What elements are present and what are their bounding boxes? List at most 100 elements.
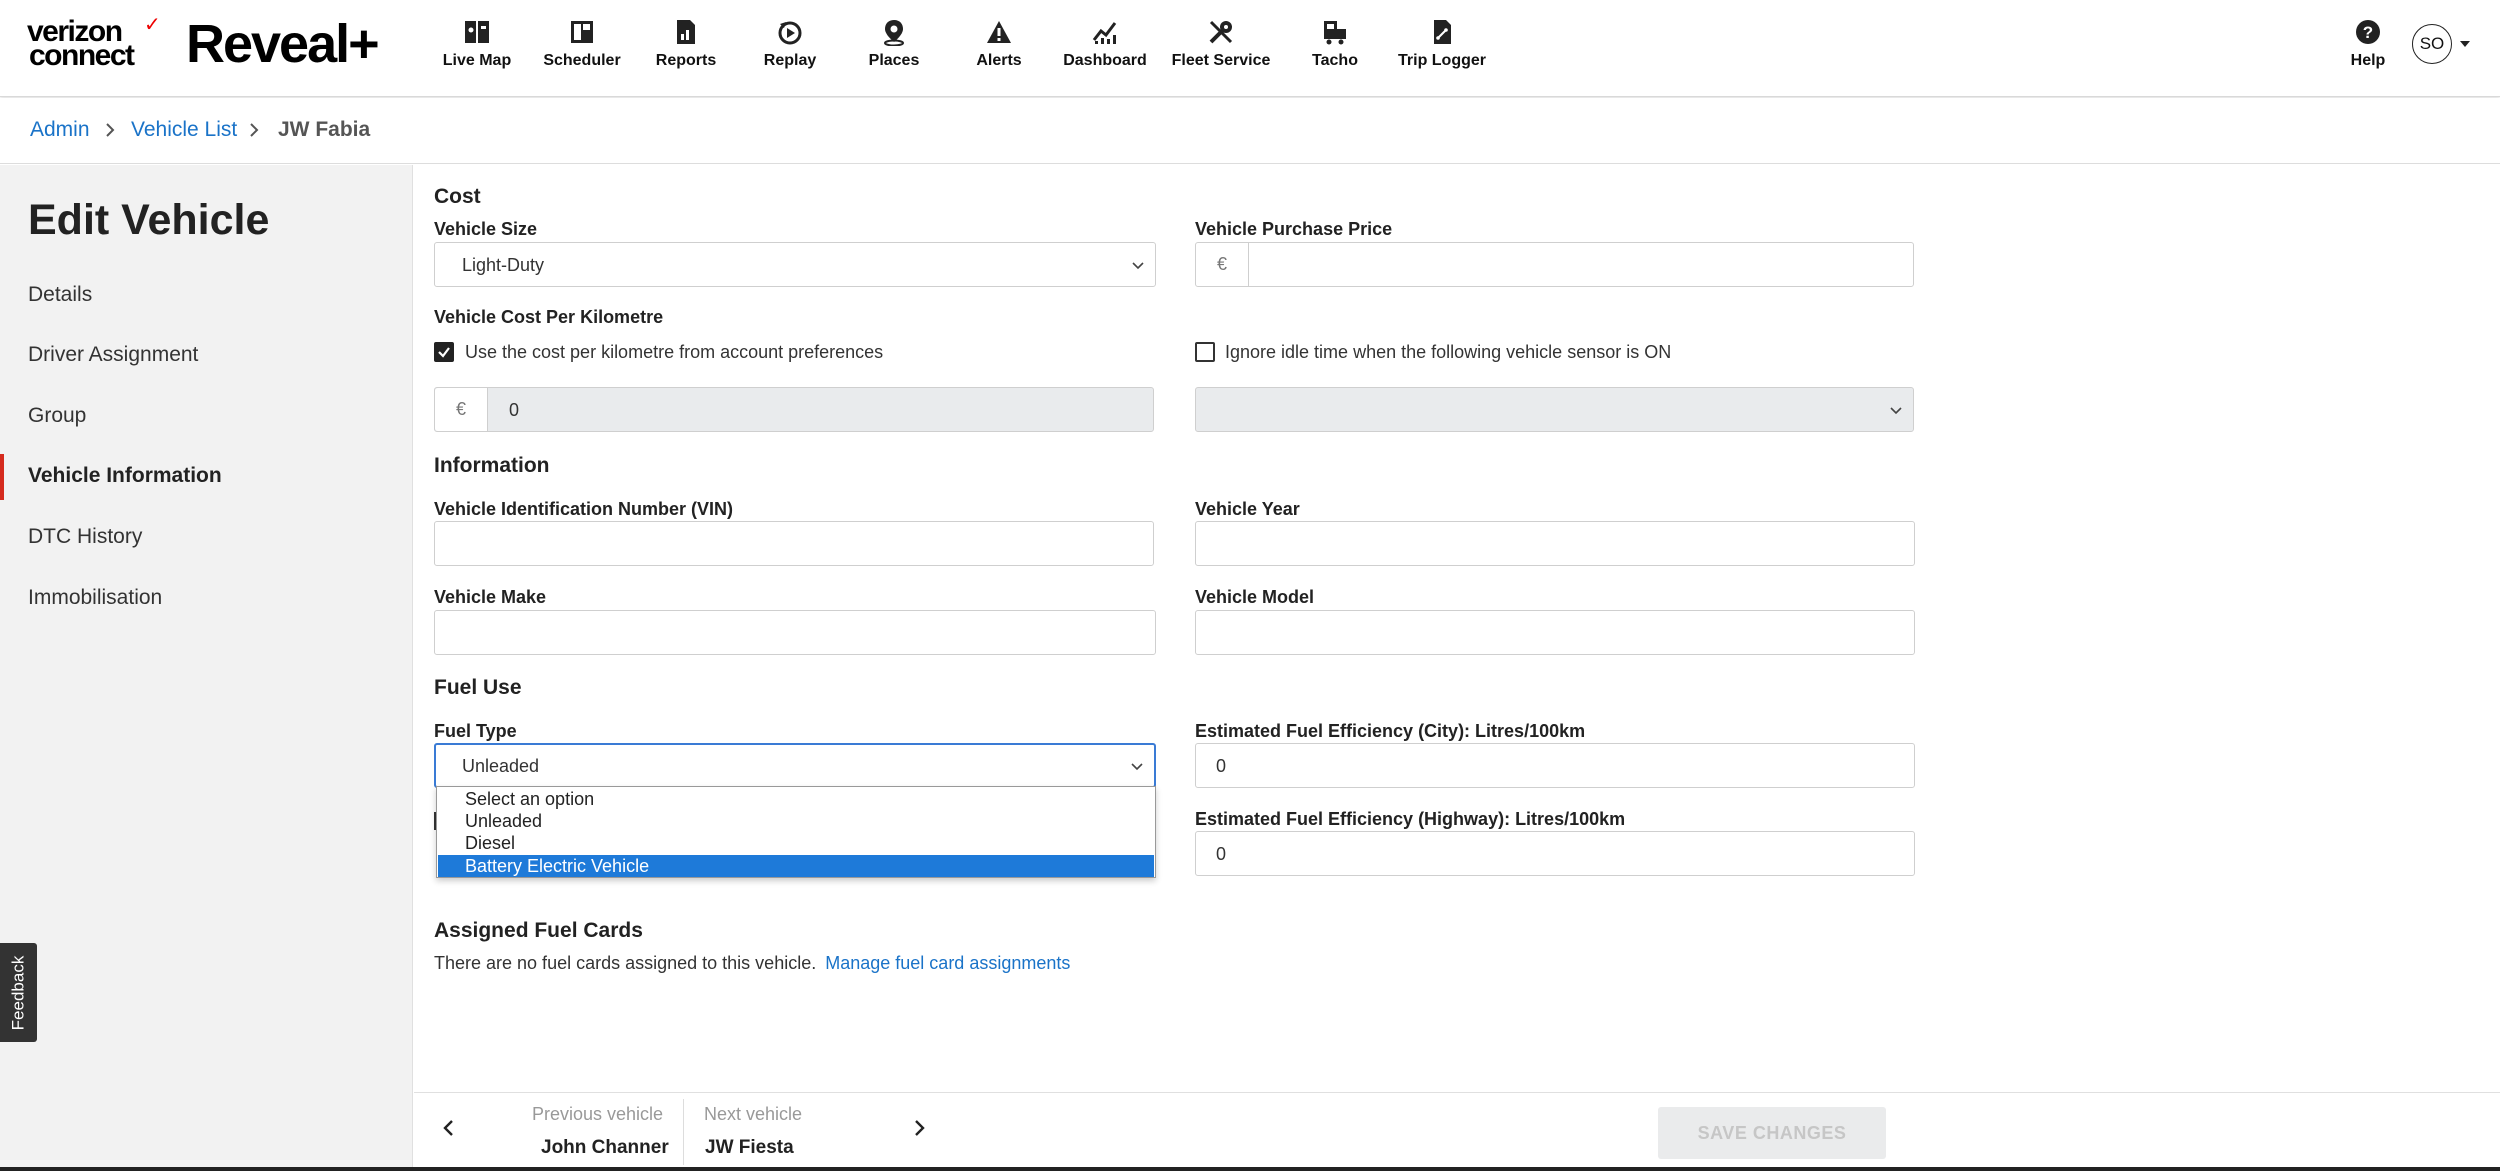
sidebar-item-driver-assignment[interactable]: Driver Assignment xyxy=(28,343,198,367)
nav-replay[interactable]: Replay xyxy=(758,18,822,78)
next-vehicle-chevron-icon[interactable] xyxy=(910,1117,928,1139)
vehicle-model-input[interactable] xyxy=(1195,610,1915,655)
fuel-type-dropdown-list: Select an option Unleaded Diesel Battery… xyxy=(436,786,1156,878)
trip-logger-icon xyxy=(1434,20,1451,44)
next-vehicle-name[interactable]: JW Fiesta xyxy=(705,1137,794,1159)
logo-check-mark: ✓ xyxy=(144,14,161,36)
replay-icon xyxy=(778,21,802,45)
nav-fleet-service[interactable]: Fleet Service xyxy=(1172,18,1270,78)
feedback-tab[interactable]: Feedback xyxy=(0,943,37,1042)
fuel-efficiency-highway-value: 0 xyxy=(1216,844,1227,864)
previous-vehicle-chevron-icon[interactable] xyxy=(440,1117,458,1139)
dashboard-icon xyxy=(1092,22,1117,44)
vehicle-size-select[interactable]: Light-Duty xyxy=(434,242,1156,287)
help-label: Help xyxy=(2350,52,2386,69)
currency-prefix: € xyxy=(435,388,488,431)
sidebar-item-immobilisation[interactable]: Immobilisation xyxy=(28,586,162,610)
vin-input[interactable] xyxy=(434,521,1154,566)
scheduler-icon xyxy=(571,21,593,43)
logo-text-connect: connect xyxy=(29,39,135,72)
fuel-use-heading: Fuel Use xyxy=(434,676,522,699)
next-vehicle-label: Next vehicle xyxy=(704,1104,803,1124)
fuel-cards-heading: Assigned Fuel Cards xyxy=(434,919,643,942)
alerts-icon xyxy=(987,21,1011,43)
fuel-type-option[interactable]: Select an option xyxy=(438,788,1154,810)
nav-label: Scheduler xyxy=(543,52,621,69)
cost-per-km-label: Vehicle Cost Per Kilometre xyxy=(434,307,664,327)
nav-dashboard[interactable]: Dashboard xyxy=(1063,18,1147,78)
fuel-cards-message: There are no fuel cards assigned to this… xyxy=(434,953,1070,974)
nav-label: Alerts xyxy=(976,52,1022,69)
use-account-preference-checkbox[interactable] xyxy=(434,342,454,362)
breadcrumb xyxy=(0,98,2500,164)
nav-tacho[interactable]: Tacho xyxy=(1308,18,1362,78)
chevron-down-icon xyxy=(1132,262,1144,270)
chevron-down-icon xyxy=(1890,407,1902,415)
nav-label: Live Map xyxy=(442,52,512,69)
ignore-idle-label: Ignore idle time when the following vehi… xyxy=(1225,342,1672,362)
reports-icon xyxy=(677,20,695,44)
previous-vehicle-name[interactable]: John Channer xyxy=(541,1137,669,1159)
fuel-efficiency-highway-input[interactable]: 0 xyxy=(1195,831,1915,876)
nav-reports[interactable]: Reports xyxy=(652,18,720,78)
vin-label: Vehicle Identification Number (VIN) xyxy=(434,499,734,519)
nav-label: Tacho xyxy=(1312,52,1358,69)
use-account-preference-label: Use the cost per kilometre from account … xyxy=(465,342,884,362)
nav-label: Reports xyxy=(655,52,717,69)
help-icon: ? xyxy=(2356,20,2380,44)
fuel-efficiency-city-value: 0 xyxy=(1216,756,1227,776)
vehicle-model-label: Vehicle Model xyxy=(1195,587,1315,607)
currency-prefix: € xyxy=(1196,243,1249,286)
fuel-type-value: Unleaded xyxy=(462,756,540,776)
fuel-efficiency-city-label: Estimated Fuel Efficiency (City): Litres… xyxy=(1195,721,1586,741)
chevron-right-icon xyxy=(250,123,259,137)
chevron-right-icon xyxy=(106,123,115,137)
nav-alerts[interactable]: Alerts xyxy=(972,18,1026,78)
nav-label: Fleet Service xyxy=(1171,52,1271,69)
fleet-service-icon xyxy=(1209,20,1233,44)
sidebar-item-dtc-history[interactable]: DTC History xyxy=(28,525,142,549)
fuel-type-option[interactable]: Diesel xyxy=(438,832,1154,854)
sidebar-item-group[interactable]: Group xyxy=(28,404,86,428)
nav-scheduler[interactable]: Scheduler xyxy=(542,18,622,78)
places-icon xyxy=(884,20,904,46)
nav-live-map[interactable]: Live Map xyxy=(442,18,512,78)
manage-fuel-cards-link[interactable]: Manage fuel card assignments xyxy=(825,953,1070,973)
bottom-edge-strip xyxy=(0,1167,2500,1171)
tacho-icon xyxy=(1324,21,1346,45)
save-changes-button[interactable]: SAVE CHANGES xyxy=(1658,1107,1886,1159)
sidebar xyxy=(0,165,413,1171)
fuel-type-select[interactable]: Unleaded xyxy=(434,743,1156,788)
help-button[interactable]: ? Help xyxy=(2348,18,2388,78)
breadcrumb-admin[interactable]: Admin xyxy=(30,118,90,142)
previous-vehicle-label: Previous vehicle xyxy=(532,1104,664,1124)
fuel-efficiency-city-input[interactable]: 0 xyxy=(1195,743,1915,788)
fuel-type-option[interactable]: Unleaded xyxy=(438,810,1154,832)
sidebar-item-details[interactable]: Details xyxy=(28,283,92,307)
nav-label: Replay xyxy=(763,52,817,69)
vehicle-sensor-select xyxy=(1195,387,1914,432)
nav-places[interactable]: Places xyxy=(862,18,926,78)
nav-trip-logger[interactable]: Trip Logger xyxy=(1398,18,1486,78)
nav-label: Places xyxy=(868,52,920,69)
nav-label: Trip Logger xyxy=(1398,52,1486,69)
user-avatar[interactable]: SO xyxy=(2412,24,2452,64)
verizon-connect-logo[interactable]: verizon ✓ connect xyxy=(27,15,161,72)
fuel-type-option-highlighted[interactable]: Battery Electric Vehicle xyxy=(438,855,1154,877)
live-map-icon xyxy=(465,21,489,43)
purchase-price-label: Vehicle Purchase Price xyxy=(1195,219,1393,239)
fuel-type-label: Fuel Type xyxy=(434,721,517,741)
checkmark-icon xyxy=(438,347,450,358)
vehicle-make-input[interactable] xyxy=(434,610,1156,655)
footer-divider xyxy=(683,1099,684,1165)
sidebar-item-vehicle-information[interactable]: Vehicle Information xyxy=(28,464,222,488)
cost-per-km-value: 0 xyxy=(509,400,520,420)
ignore-idle-checkbox[interactable] xyxy=(1195,342,1215,362)
user-menu-caret-icon[interactable] xyxy=(2460,41,2470,47)
breadcrumb-vehicle-list[interactable]: Vehicle List xyxy=(131,118,237,142)
purchase-price-input[interactable]: € xyxy=(1195,242,1914,287)
vehicle-make-label: Vehicle Make xyxy=(434,587,547,607)
reveal-plus-logo[interactable]: Reveal+ xyxy=(186,14,380,74)
vehicle-year-input[interactable] xyxy=(1195,521,1915,566)
fuel-cards-empty-text: There are no fuel cards assigned to this… xyxy=(434,953,817,973)
